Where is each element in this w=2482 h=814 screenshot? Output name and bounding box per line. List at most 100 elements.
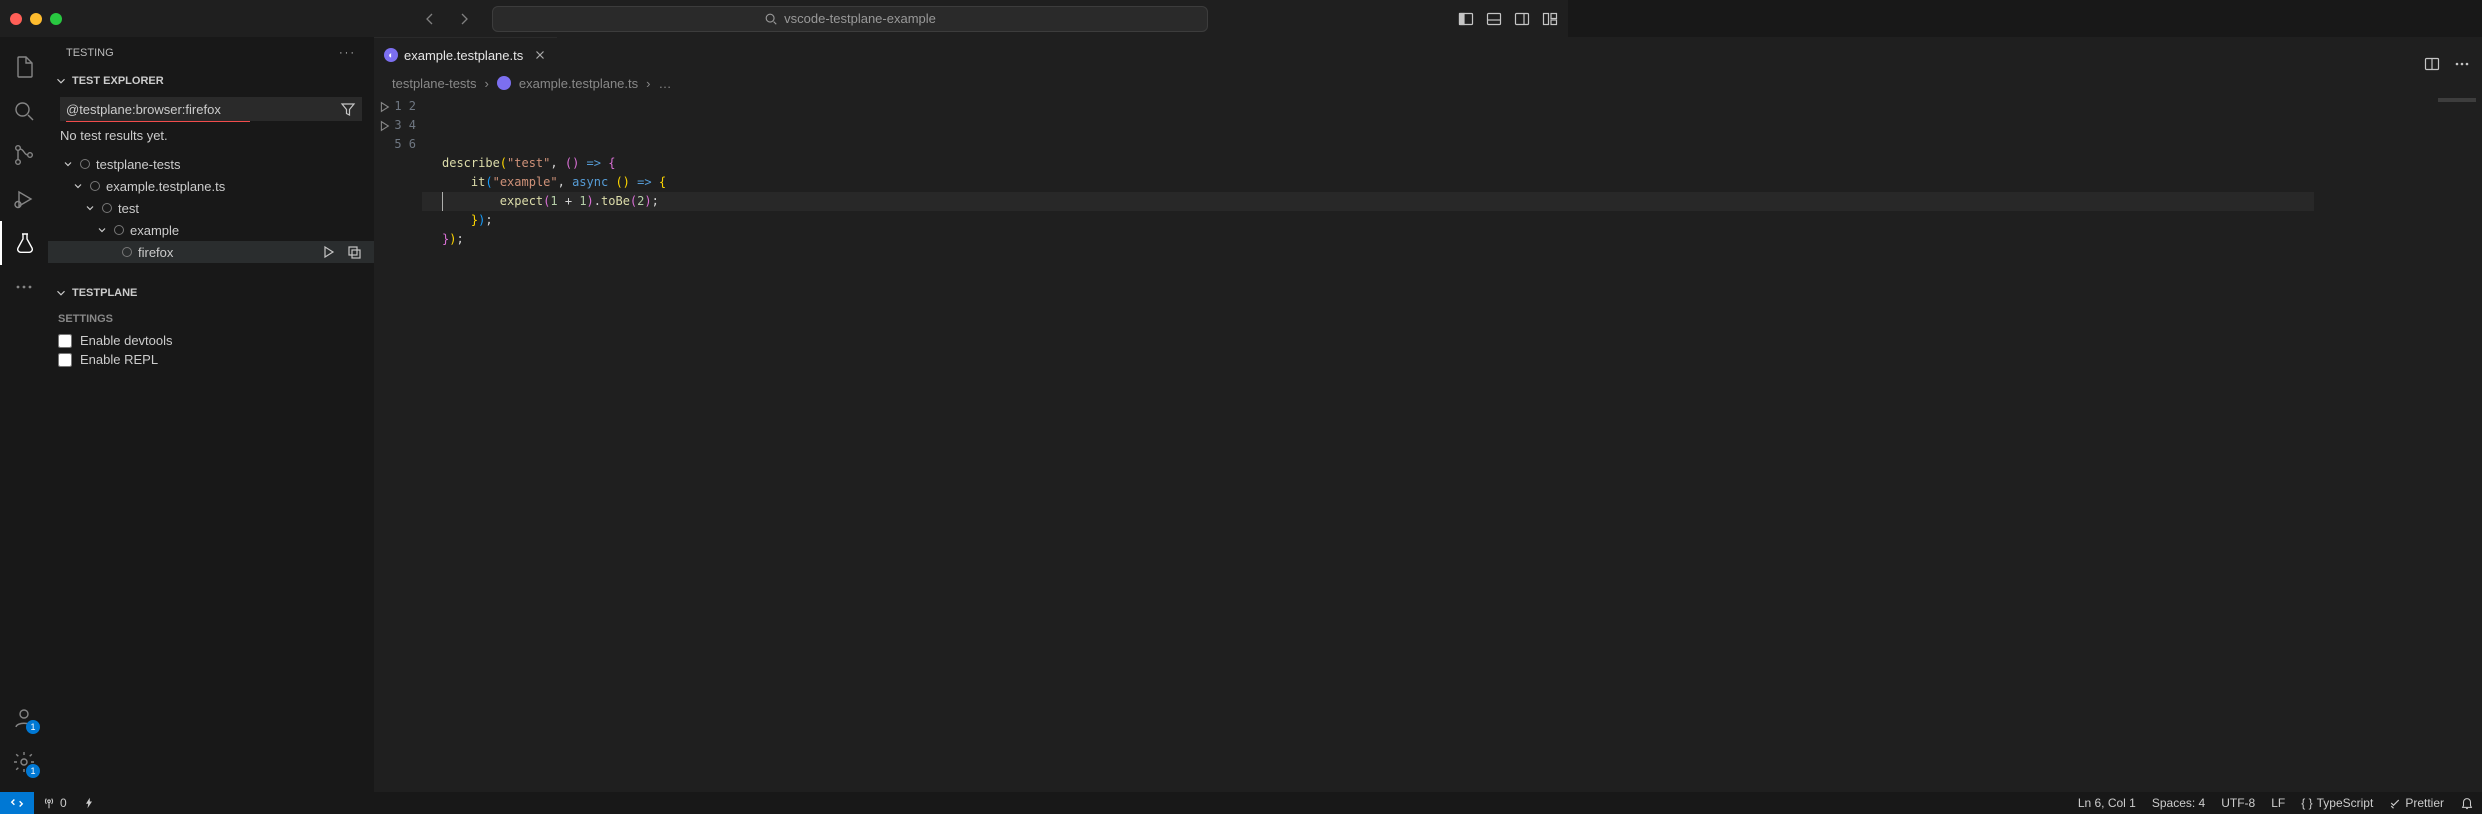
go-to-test-icon[interactable] [346,244,362,260]
minimize-window-button[interactable] [30,13,42,25]
code-content[interactable]: describe("test", () => { it("example", a… [422,94,2402,792]
status-bar: 0 Ln 6, Col 1 Spaces: 4 UTF-8 LF { } Typ… [0,792,2482,814]
panel-title: TESTING [66,47,114,59]
testplane-file-icon [497,76,511,90]
status-not-run-icon [80,159,90,169]
filter-icon[interactable] [340,101,356,117]
sync-item[interactable] [75,797,103,809]
bell-icon [2460,796,2474,810]
run-gutter [374,94,394,792]
encoding[interactable]: UTF-8 [2213,796,2263,810]
enable-devtools-label: Enable devtools [80,333,173,348]
eol[interactable]: LF [2263,796,2293,810]
test-explorer-label: TEST EXPLORER [72,75,164,87]
panel-title-row: TESTING ··· [48,37,374,69]
code-area[interactable]: 1 2 3 4 5 6 describe("test", () => { it(… [374,94,2482,792]
tree-row-root[interactable]: testplane-tests [48,153,374,175]
customize-layout-icon[interactable] [1542,11,1558,27]
filter-input[interactable] [66,102,340,117]
chevron-down-icon [84,202,98,214]
tree-row-browser[interactable]: firefox [48,241,374,263]
breadcrumb[interactable]: testplane-tests › example.testplane.ts ›… [374,72,2482,94]
testplane-file-icon: ◐ [384,48,398,62]
filter-error-underline [66,121,250,122]
indentation[interactable]: Spaces: 4 [2144,796,2213,810]
nav-forward-icon[interactable] [456,11,472,27]
language-mode[interactable]: { } TypeScript [2293,796,2381,810]
prettier-item[interactable]: Prettier [2381,796,2452,810]
settings-gear-icon[interactable]: 1 [0,740,48,784]
breadcrumb-file[interactable]: example.testplane.ts [519,76,638,91]
tab-example[interactable]: ◐ example.testplane.ts [374,37,557,72]
no-results-text: No test results yet. [48,124,374,147]
enable-devtools-checkbox[interactable] [58,334,72,348]
settings-header: SETTINGS [48,305,374,331]
testplane-label: TESTPLANE [72,287,137,299]
editor-more-icon[interactable] [2454,56,2470,72]
editor-actions [2424,56,2482,72]
chevron-right-icon: › [485,76,489,91]
enable-devtools-row[interactable]: Enable devtools [48,331,374,350]
run-line-icon[interactable] [374,116,394,135]
run-debug-tab-icon[interactable] [0,177,48,221]
run-test-icon[interactable] [320,244,336,260]
radio-tower-icon [42,796,56,810]
minimap[interactable] [2402,94,2482,792]
enable-repl-checkbox[interactable] [58,353,72,367]
breadcrumb-symbol[interactable]: … [658,76,671,91]
ports-item[interactable]: 0 [34,796,75,810]
prettier-label: Prettier [2405,796,2444,810]
tree-label: example [130,223,179,238]
tree-label: example.testplane.ts [106,179,225,194]
tree-row-actions [320,244,374,260]
more-tab-icon[interactable] [0,265,48,309]
remote-button[interactable] [0,792,34,814]
toggle-primary-sidebar-icon[interactable] [1458,11,1474,27]
settings-badge: 1 [26,764,40,778]
cursor-line-highlight [422,192,2314,211]
close-window-button[interactable] [10,13,22,25]
check-icon [2389,797,2401,809]
search-title: vscode-testplane-example [784,11,936,26]
run-line-icon[interactable] [374,97,394,116]
test-explorer-header[interactable]: TEST EXPLORER [48,69,374,93]
language-label: TypeScript [2317,796,2374,810]
window-controls [10,13,62,25]
line-numbers: 1 2 3 4 5 6 [394,94,422,792]
accounts-badge: 1 [26,720,40,734]
accounts-icon[interactable]: 1 [0,696,48,740]
notifications-item[interactable] [2452,796,2482,810]
explorer-tab-icon[interactable] [0,45,48,89]
tree-row-file[interactable]: example.testplane.ts [48,175,374,197]
source-control-tab-icon[interactable] [0,133,48,177]
tree-row-suite[interactable]: test [48,197,374,219]
titlebar: vscode-testplane-example [0,0,1568,37]
split-editor-icon[interactable] [2424,56,2440,72]
tab-bar: ◐ example.testplane.ts [374,37,2482,72]
enable-repl-row[interactable]: Enable REPL [48,350,374,369]
chevron-right-icon: › [646,76,650,91]
breadcrumb-folder[interactable]: testplane-tests [392,76,477,91]
search-icon [764,12,778,26]
cursor-position[interactable]: Ln 6, Col 1 [2070,796,2144,810]
titlebar-actions [1458,11,1558,27]
tree-row-spec[interactable]: example [48,219,374,241]
status-not-run-icon [122,247,132,257]
testplane-header[interactable]: TESTPLANE [48,281,374,305]
nav-back-icon[interactable] [422,11,438,27]
tab-label: example.testplane.ts [404,48,523,63]
braces-icon: { } [2301,796,2312,810]
toggle-secondary-sidebar-icon[interactable] [1514,11,1530,27]
ports-count: 0 [60,796,67,810]
testing-tab-icon[interactable] [0,221,48,265]
command-center[interactable]: vscode-testplane-example [492,6,1208,32]
tree-label: test [118,201,139,216]
editor-group: ◐ example.testplane.ts testplane-tests ›… [374,37,2482,792]
close-tab-icon[interactable] [533,48,547,62]
minimap-content [2438,98,2476,102]
toggle-panel-icon[interactable] [1486,11,1502,27]
panel-more-icon[interactable]: ··· [339,47,356,59]
sidebar: TESTING ··· TEST EXPLORER No test result… [48,37,374,792]
search-tab-icon[interactable] [0,89,48,133]
maximize-window-button[interactable] [50,13,62,25]
